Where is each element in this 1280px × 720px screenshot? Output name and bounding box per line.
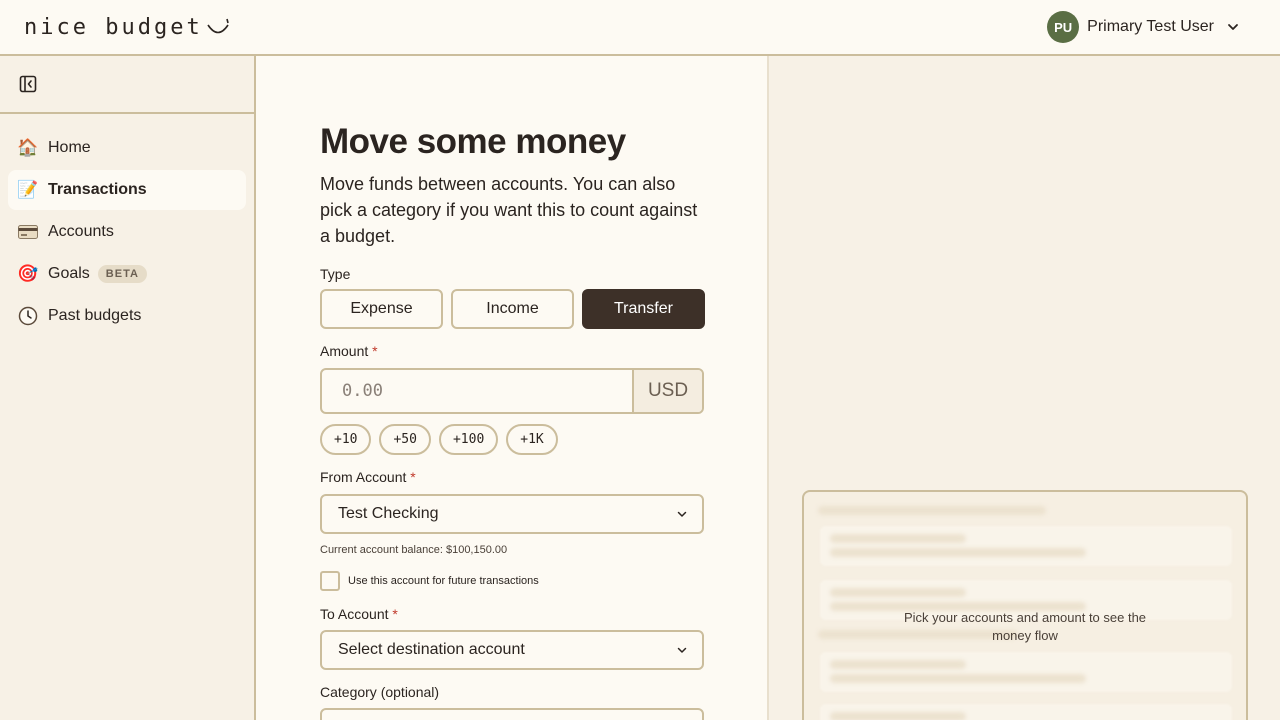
sidebar-item-label: Accounts	[48, 223, 114, 240]
target-icon: 🎯	[17, 264, 39, 283]
app-logo[interactable]: nice budget	[24, 15, 231, 40]
remember-account-label: Use this account for future transactions	[348, 575, 539, 587]
from-account-label-text: From Account	[320, 469, 407, 485]
memo-icon: 📝	[17, 180, 39, 199]
to-account-placeholder: Select destination account	[338, 641, 525, 658]
sidebar: 🏠 Home 📝 Transactions Accounts 🎯 Goals B…	[0, 56, 256, 720]
skeleton-card	[820, 652, 1232, 692]
preview-message: Pick your accounts and amount to see the…	[804, 609, 1246, 645]
required-marker: *	[372, 343, 378, 359]
required-marker: *	[392, 606, 398, 622]
skeleton-line	[830, 588, 966, 597]
quick-add-10-button[interactable]: +10	[320, 424, 372, 455]
credit-card-icon	[18, 222, 38, 242]
type-selector: Expense Income Transfer	[320, 289, 705, 329]
skeleton-card	[820, 526, 1232, 566]
category-select[interactable]	[320, 708, 704, 720]
to-account-select[interactable]: Select destination account	[320, 630, 704, 670]
sidebar-item-home[interactable]: 🏠 Home	[8, 128, 246, 168]
sidebar-nav: 🏠 Home 📝 Transactions Accounts 🎯 Goals B…	[0, 114, 254, 336]
skeleton-line	[830, 660, 966, 669]
type-transfer-button[interactable]: Transfer	[582, 289, 705, 329]
to-account-label: To Account *	[320, 606, 398, 622]
preview-message-line2: money flow	[992, 628, 1058, 643]
required-marker: *	[410, 469, 416, 485]
from-account-label: From Account *	[320, 469, 416, 485]
sidebar-header	[0, 56, 254, 114]
account-balance-hint: Current account balance: $100,150.00	[320, 544, 508, 556]
money-flow-preview: Pick your accounts and amount to see the…	[802, 490, 1248, 720]
skeleton-line	[830, 674, 1086, 683]
type-label: Type	[320, 266, 351, 282]
page-description: Move funds between accounts. You can als…	[320, 174, 698, 246]
preview-message-line1: Pick your accounts and amount to see the	[903, 610, 1147, 625]
quick-add-50-button[interactable]: +50	[379, 424, 431, 455]
amount-field: USD	[320, 368, 704, 414]
chevron-down-icon	[677, 511, 687, 517]
user-name: Primary Test User	[1087, 18, 1214, 35]
quick-add-1k-button[interactable]: +1K	[506, 424, 558, 455]
from-account-value: Test Checking	[338, 505, 439, 522]
user-menu[interactable]: PU Primary Test User	[1047, 11, 1240, 43]
skeleton-line	[830, 712, 966, 720]
remember-account-checkbox[interactable]	[320, 571, 340, 591]
sidebar-item-label: Goals	[48, 265, 90, 282]
quick-amount-buttons: +10 +50 +100 +1K	[320, 424, 558, 455]
sidebar-item-goals[interactable]: 🎯 Goals BETA	[8, 254, 246, 294]
chevron-down-icon	[1228, 24, 1238, 30]
remember-account-row: Use this account for future transactions	[320, 571, 539, 591]
sidebar-item-label: Home	[48, 139, 91, 156]
to-account-label-text: To Account	[320, 606, 389, 622]
amount-label: Amount *	[320, 343, 378, 359]
sidebar-collapse-icon[interactable]	[19, 75, 37, 93]
quick-add-100-button[interactable]: +100	[438, 424, 499, 455]
top-bar: nice budget PU Primary Test User	[0, 0, 1280, 56]
beta-badge: BETA	[97, 265, 147, 283]
money-flow-preview-area: Pick your accounts and amount to see the…	[769, 56, 1280, 720]
sidebar-item-label: Transactions	[48, 181, 147, 198]
transaction-form-panel: Move some money Move funds between accou…	[256, 56, 769, 720]
sidebar-item-transactions[interactable]: 📝 Transactions	[8, 170, 246, 210]
skeleton-line	[830, 534, 966, 543]
type-income-button[interactable]: Income	[451, 289, 574, 329]
skeleton-line	[830, 548, 1086, 557]
smile-icon	[207, 18, 229, 34]
house-icon: 🏠	[17, 138, 39, 157]
page-title: Move some money	[320, 122, 626, 161]
clock-icon	[18, 306, 38, 326]
amount-input[interactable]	[322, 370, 632, 412]
skeleton-line	[818, 506, 1046, 515]
avatar: PU	[1047, 11, 1080, 43]
from-account-select[interactable]: Test Checking	[320, 494, 704, 534]
currency-label: USD	[632, 370, 702, 412]
category-label: Category (optional)	[320, 684, 440, 700]
chevron-down-icon	[677, 647, 687, 653]
sidebar-item-label: Past budgets	[48, 307, 142, 324]
sidebar-item-past-budgets[interactable]: Past budgets	[8, 296, 246, 336]
type-expense-button[interactable]: Expense	[320, 289, 443, 329]
amount-label-text: Amount	[320, 343, 369, 359]
logo-text: nice budget	[24, 14, 203, 40]
sidebar-item-accounts[interactable]: Accounts	[8, 212, 246, 252]
